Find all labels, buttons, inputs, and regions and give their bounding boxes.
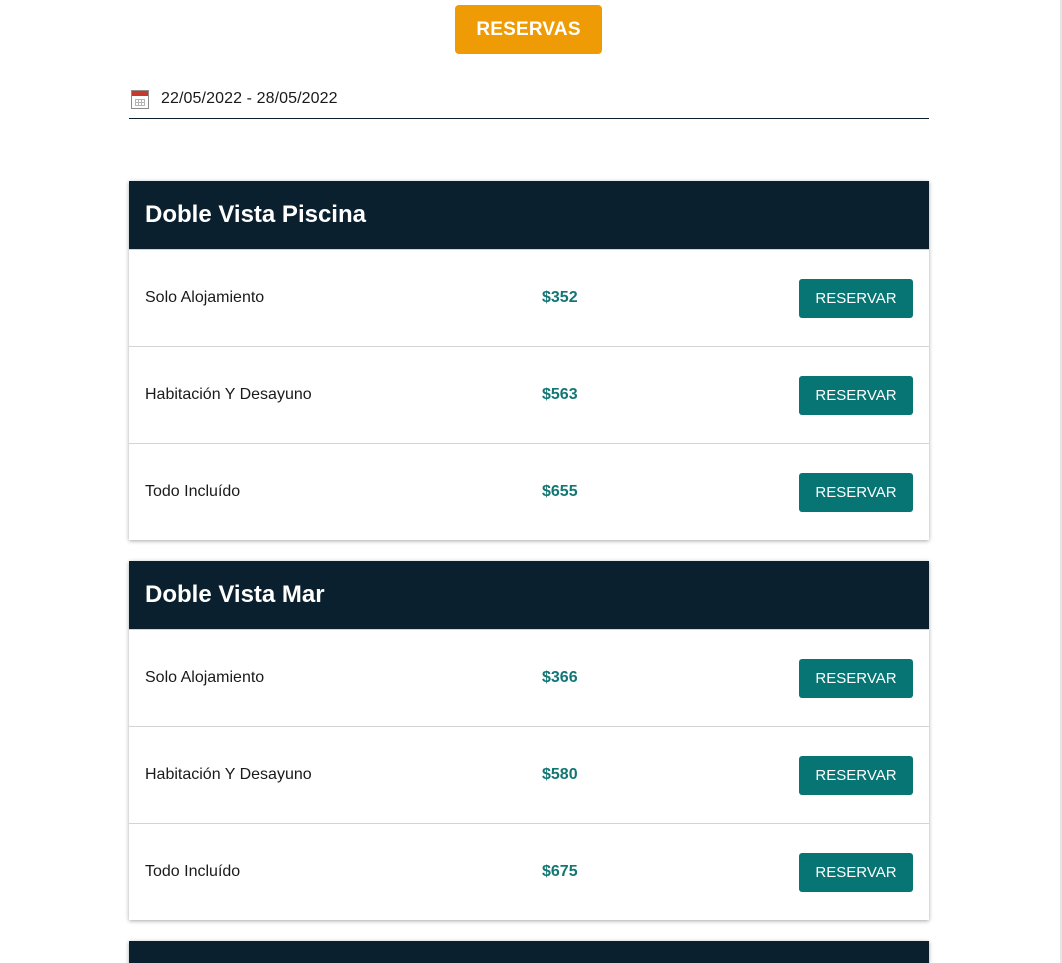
rate-row: Todo Incluído $655 RESERVAR: [129, 443, 929, 540]
rate-plan-name: Todo Incluído: [145, 863, 241, 880]
rate-plan-name: Solo Alojamiento: [145, 289, 265, 306]
room-card: Doble Vista Mar Solo Alojamiento $366 RE…: [129, 561, 929, 920]
reservar-button[interactable]: RESERVAR: [799, 473, 913, 512]
rate-plan-name: Habitación Y Desayuno: [145, 386, 312, 403]
rate-row: Habitación Y Desayuno $580 RESERVAR: [129, 726, 929, 823]
date-range-value: 22/05/2022 - 28/05/2022: [161, 90, 338, 107]
reservar-button[interactable]: RESERVAR: [799, 659, 913, 698]
rate-price: $366: [542, 669, 578, 686]
rate-row: Todo Incluído $675 RESERVAR: [129, 823, 929, 920]
rate-price: $655: [542, 483, 578, 500]
reservas-button[interactable]: RESERVAS: [455, 5, 602, 54]
reservar-button[interactable]: RESERVAR: [799, 376, 913, 415]
rate-price: $563: [542, 386, 578, 403]
rate-price: $352: [542, 289, 578, 306]
reservar-button[interactable]: RESERVAR: [799, 279, 913, 318]
page: RESERVAS 22/05/2022 - 28/05/2022 Doble V…: [0, 0, 1062, 963]
room-title: Doble Vista Mar: [129, 561, 929, 629]
reservar-button[interactable]: RESERVAR: [799, 756, 913, 795]
calendar-icon[interactable]: [131, 90, 149, 109]
rate-row: Habitación Y Desayuno $563 RESERVAR: [129, 346, 929, 443]
rate-row: Solo Alojamiento $352 RESERVAR: [129, 249, 929, 346]
rate-price: $675: [542, 863, 578, 880]
rate-plan-name: Todo Incluído: [145, 483, 241, 500]
room-card-partial: [129, 941, 929, 963]
reservar-button[interactable]: RESERVAR: [799, 853, 913, 892]
rate-plan-name: Habitación Y Desayuno: [145, 766, 312, 783]
date-range-field[interactable]: 22/05/2022 - 28/05/2022: [129, 80, 929, 119]
room-title: Doble Vista Piscina: [129, 181, 929, 249]
rate-plan-name: Solo Alojamiento: [145, 669, 265, 686]
rate-row: Solo Alojamiento $366 RESERVAR: [129, 629, 929, 726]
room-card: Doble Vista Piscina Solo Alojamiento $35…: [129, 181, 929, 540]
rate-price: $580: [542, 766, 578, 783]
